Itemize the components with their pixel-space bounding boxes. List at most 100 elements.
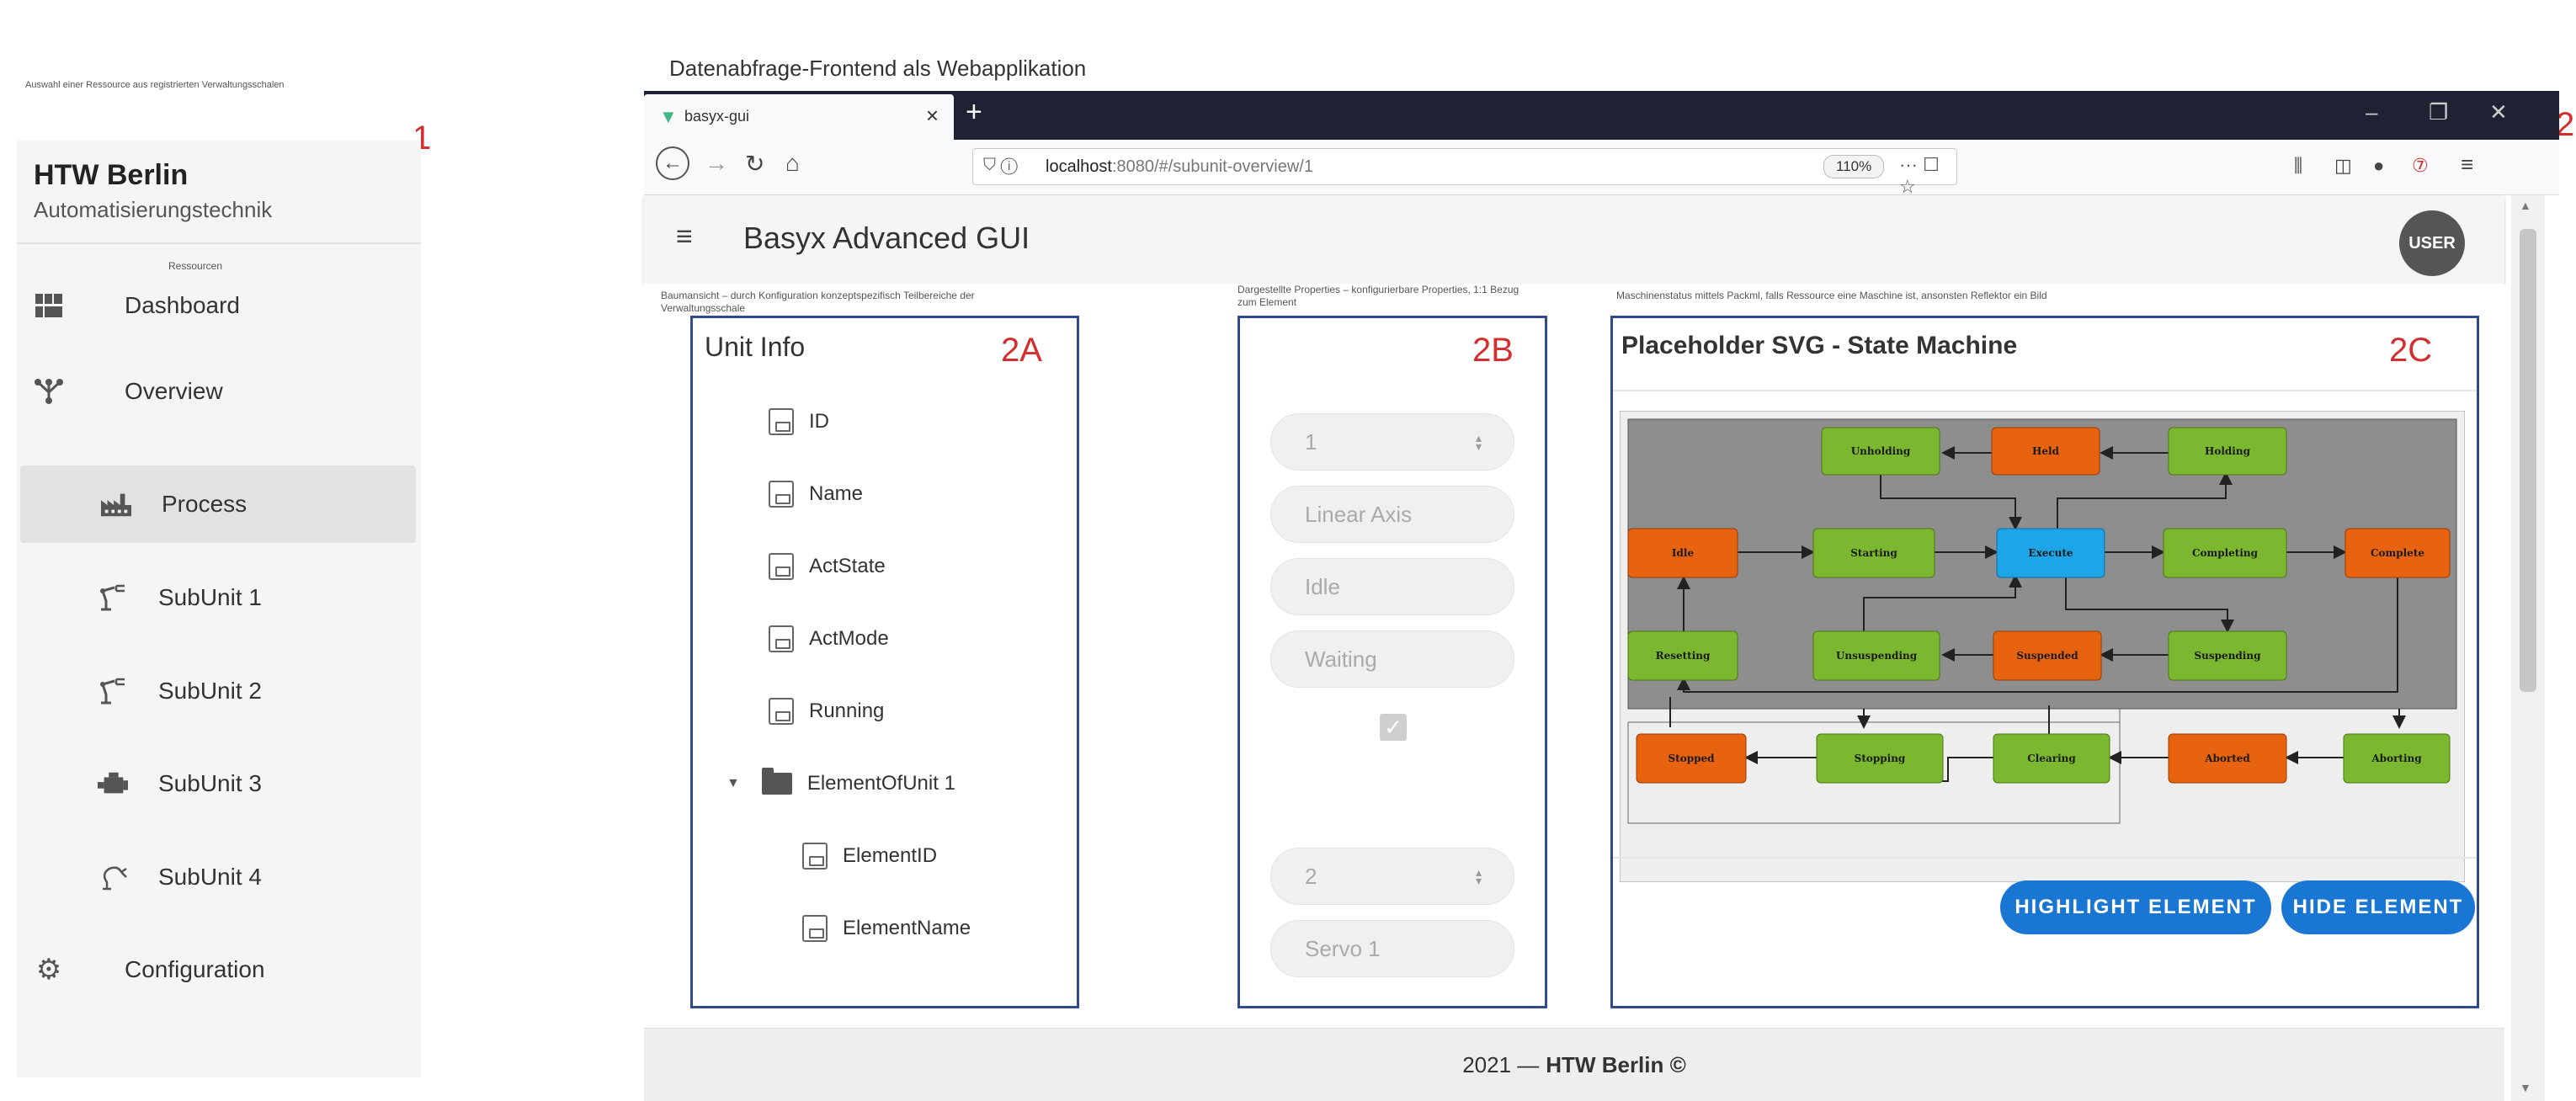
- running-checkbox[interactable]: ✓: [1380, 714, 1407, 741]
- file-icon: [802, 843, 828, 870]
- tab-close-icon[interactable]: ×: [926, 103, 939, 129]
- library-icon[interactable]: ⫼: [2294, 155, 2302, 177]
- nav-label: Process: [162, 491, 247, 517]
- sidebar-icon[interactable]: ◫: [2334, 155, 2352, 177]
- footer: 2021 — HTW Berlin ©: [644, 1028, 2504, 1101]
- file-icon: [802, 915, 828, 942]
- state-suspended[interactable]: Suspended: [1993, 630, 2102, 681]
- restore-icon[interactable]: ❐: [2429, 99, 2448, 125]
- scroll-down-icon[interactable]: ▼: [2520, 1081, 2531, 1094]
- chevron-down-icon[interactable]: ▼: [726, 776, 740, 791]
- id-stepper[interactable]: 1 ▴ ▾: [1270, 413, 1514, 471]
- new-tab-icon[interactable]: +: [966, 96, 982, 129]
- url-bar[interactable]: ⛉ ⓘ localhost:8080/#/subunit-overview/1 …: [972, 148, 1957, 197]
- page-actions-icon[interactable]: ··· ☐ ☆: [1899, 154, 1956, 198]
- state-label: Idle: [1672, 547, 1695, 559]
- state-label: Stopping: [1855, 753, 1906, 764]
- state-stopped[interactable]: Stopped: [1636, 733, 1747, 784]
- actmode-field[interactable]: Waiting: [1270, 630, 1514, 688]
- forward-icon[interactable]: →: [705, 150, 728, 177]
- id-value: 1: [1305, 428, 1317, 455]
- tree-item-name[interactable]: Name: [769, 477, 863, 511]
- nav-item-subunit-2[interactable]: SubUnit 2: [17, 652, 421, 730]
- state-holding[interactable]: Holding: [2168, 427, 2287, 476]
- nav-item-subunit-1[interactable]: SubUnit 1: [17, 559, 421, 636]
- label-2a: 2A: [1001, 332, 1042, 369]
- unit-info-title: Unit Info: [705, 332, 806, 362]
- state-label: Aborting: [2371, 753, 2422, 764]
- state-unsuspending[interactable]: Unsuspending: [1812, 630, 1940, 681]
- state-clearing[interactable]: Clearing: [1993, 733, 2110, 784]
- highlight-element-button[interactable]: HIGHLIGHT ELEMENT: [2000, 880, 2271, 934]
- tree-item-actstate[interactable]: ActState: [769, 550, 886, 583]
- state-resetting[interactable]: Resetting: [1627, 630, 1738, 681]
- minimize-icon[interactable]: –: [2366, 99, 2377, 125]
- name-field[interactable]: Linear Axis: [1270, 486, 1514, 543]
- state-execute[interactable]: Execute: [1996, 528, 2105, 578]
- file-icon: [769, 698, 794, 725]
- back-icon[interactable]: ←: [656, 146, 689, 180]
- state-aborting[interactable]: Aborting: [2343, 733, 2451, 784]
- state-complete[interactable]: Complete: [2344, 528, 2451, 578]
- state-label: Unholding: [1851, 445, 1911, 457]
- reload-icon[interactable]: ↻: [745, 150, 764, 178]
- app-title: Basyx Advanced GUI: [743, 221, 1030, 255]
- tree-folder-element-of-unit[interactable]: ▼ ElementOfUnit 1: [726, 767, 955, 800]
- tree-label: ActMode: [809, 627, 889, 650]
- dashboard-icon: [34, 290, 64, 321]
- nav-item-configuration[interactable]: ⚙ Configuration: [17, 931, 421, 1008]
- state-stopping[interactable]: Stopping: [1816, 733, 1944, 784]
- actstate-field[interactable]: Idle: [1270, 558, 1514, 615]
- state-label: Complete: [2371, 547, 2424, 559]
- user-button[interactable]: USER: [2399, 210, 2465, 276]
- browser-tab[interactable]: ▼ basyx-gui ×: [644, 94, 954, 140]
- tree-item-actmode[interactable]: ActMode: [769, 622, 889, 656]
- scroll-thumb[interactable]: [2520, 229, 2536, 692]
- nav-item-dashboard[interactable]: Dashboard: [17, 267, 421, 344]
- nav-item-subunit-4[interactable]: SubUnit 4: [17, 838, 421, 916]
- state-held[interactable]: Held: [1991, 427, 2100, 476]
- nav-item-overview[interactable]: Overview: [17, 353, 421, 430]
- menu-icon[interactable]: ≡: [676, 221, 693, 253]
- state-suspending[interactable]: Suspending: [2168, 630, 2287, 681]
- tree-label: Name: [809, 482, 864, 505]
- state-starting[interactable]: Starting: [1812, 528, 1935, 578]
- tree-item-id[interactable]: ID: [769, 405, 829, 439]
- tree-item-elementid[interactable]: ElementID: [802, 839, 937, 873]
- nav-item-subunit-3[interactable]: SubUnit 3: [17, 745, 421, 822]
- state-unholding[interactable]: Unholding: [1821, 427, 1940, 476]
- home-icon[interactable]: ⌂: [785, 150, 800, 177]
- nav-header: HTW Berlin Automatisierungstechnik: [17, 141, 421, 244]
- tree-label: ElementOfUnit 1: [806, 772, 955, 795]
- spinner-icon[interactable]: ▴ ▾: [1476, 432, 1482, 452]
- robot-arm-icon: [98, 676, 128, 706]
- tree-label: ElementName: [843, 917, 971, 939]
- tree-item-elementname[interactable]: ElementName: [802, 912, 971, 945]
- browser-titlebar: ▼ basyx-gui × + – ❐ ✕: [644, 91, 2559, 140]
- state-aborted[interactable]: Aborted: [2168, 733, 2287, 784]
- spinner-icon[interactable]: ▴ ▾: [1476, 866, 1482, 886]
- hide-element-button[interactable]: HIDE ELEMENT: [2281, 880, 2475, 934]
- state-idle[interactable]: Idle: [1627, 528, 1738, 578]
- state-machine-panel: Placeholder SVG - State Machine 2C Unhol…: [1610, 316, 2479, 1008]
- account-icon[interactable]: ●: [2373, 155, 2384, 177]
- state-label: Suspending: [2195, 650, 2262, 662]
- window-close-icon[interactable]: ✕: [2489, 99, 2508, 125]
- robot-arm-icon: [98, 582, 128, 613]
- nav-title: HTW Berlin: [34, 159, 189, 191]
- scrollbar[interactable]: ▲ ▼: [2511, 195, 2545, 1101]
- hamburger-menu-icon[interactable]: ≡: [2461, 152, 2473, 178]
- engine-icon: [98, 769, 128, 799]
- state-completing[interactable]: Completing: [2163, 528, 2287, 578]
- tree-item-running[interactable]: Running: [769, 694, 884, 728]
- state-label: Resetting: [1656, 650, 1711, 662]
- nav-item-process[interactable]: Process: [20, 465, 416, 543]
- zoom-badge[interactable]: 110%: [1823, 155, 1885, 178]
- note-2b: Dargestellte Properties – konfigurierbar…: [1237, 284, 1520, 308]
- state-label: Suspended: [2016, 650, 2078, 662]
- extension-icon[interactable]: ⑦: [2412, 155, 2429, 177]
- elementname-field[interactable]: Servo 1: [1270, 920, 1514, 977]
- elementid-stepper[interactable]: 2 ▴ ▾: [1270, 848, 1514, 905]
- scroll-up-icon[interactable]: ▲: [2520, 199, 2531, 212]
- file-icon: [769, 553, 794, 580]
